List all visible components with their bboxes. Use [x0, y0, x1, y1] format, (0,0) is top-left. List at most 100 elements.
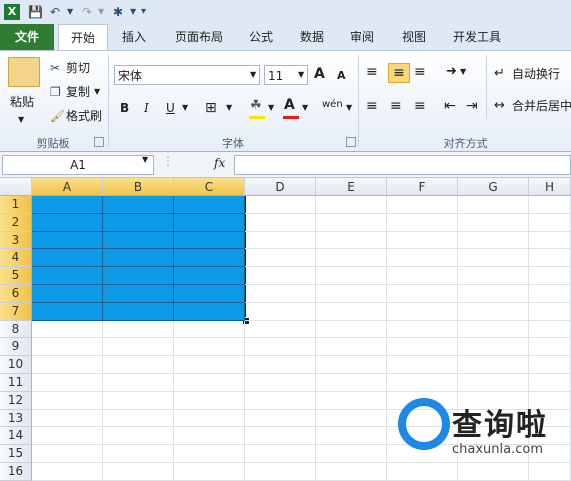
column-header-a[interactable]: A	[32, 178, 103, 196]
orientation-icon[interactable]: ➜	[446, 63, 457, 81]
border-icon[interactable]: ⊞	[205, 99, 217, 117]
tab-developer[interactable]: 开发工具	[444, 24, 510, 50]
cell-b7[interactable]	[103, 302, 174, 321]
cell-c12[interactable]	[174, 391, 245, 410]
cell-b12[interactable]	[103, 391, 174, 410]
cell-f7[interactable]	[387, 302, 458, 321]
cell-g11[interactable]	[458, 374, 529, 392]
cell-b16[interactable]	[103, 463, 174, 481]
cell-f6[interactable]	[387, 285, 458, 303]
bold-button[interactable]: B	[120, 99, 129, 117]
formula-input[interactable]	[234, 155, 571, 175]
cell-g1[interactable]	[458, 196, 529, 214]
cell-d12[interactable]	[245, 391, 316, 410]
column-header-c[interactable]: C	[174, 178, 245, 196]
font-color-icon[interactable]: A	[284, 96, 295, 114]
cell-b4[interactable]	[103, 249, 174, 268]
row-header-12[interactable]: 12	[0, 391, 32, 410]
cell-a8[interactable]	[32, 320, 103, 339]
column-header-f[interactable]: F	[387, 178, 458, 196]
cell-h9[interactable]	[529, 338, 571, 357]
cell-a2[interactable]	[32, 213, 103, 232]
cell-d16[interactable]	[245, 463, 316, 481]
cell-e10[interactable]	[316, 356, 387, 374]
column-header-e[interactable]: E	[316, 178, 387, 196]
cell-d9[interactable]	[245, 338, 316, 357]
select-all-corner[interactable]	[0, 178, 32, 196]
cell-b14[interactable]	[103, 427, 174, 446]
cell-a7[interactable]	[32, 302, 103, 321]
row-header-1[interactable]: 1	[0, 196, 32, 214]
column-header-d[interactable]: D	[245, 178, 316, 196]
shrink-font-button[interactable]: A	[337, 67, 346, 85]
tab-home[interactable]: 开始	[58, 24, 108, 51]
row-header-3[interactable]: 3	[0, 231, 32, 250]
cell-h6[interactable]	[529, 285, 571, 303]
clipboard-launcher-icon[interactable]	[94, 137, 104, 147]
cell-d3[interactable]	[245, 231, 316, 250]
cell-e15[interactable]	[316, 445, 387, 463]
cell-c3[interactable]	[174, 231, 245, 250]
cell-a12[interactable]	[32, 391, 103, 410]
cell-c6[interactable]	[174, 285, 245, 303]
fill-color-icon[interactable]: ☘	[250, 97, 262, 115]
row-header-2[interactable]: 2	[0, 213, 32, 232]
cell-e9[interactable]	[316, 338, 387, 357]
cell-h8[interactable]	[529, 320, 571, 339]
cell-a6[interactable]	[32, 285, 103, 303]
cell-a11[interactable]	[32, 374, 103, 392]
row-header-9[interactable]: 9	[0, 338, 32, 357]
row-header-5[interactable]: 5	[0, 267, 32, 285]
cell-d5[interactable]	[245, 267, 316, 285]
tab-insert[interactable]: 插入	[112, 24, 156, 50]
cell-h7[interactable]	[529, 302, 571, 321]
cell-d4[interactable]	[245, 249, 316, 268]
cell-d10[interactable]	[245, 356, 316, 374]
cell-c13[interactable]	[174, 409, 245, 428]
name-box-dropdown-icon[interactable]: ▼	[142, 155, 148, 164]
align-top-icon[interactable]: ≡	[366, 63, 378, 81]
cell-e1[interactable]	[316, 196, 387, 214]
cell-b3[interactable]	[103, 231, 174, 250]
cell-f1[interactable]	[387, 196, 458, 214]
cell-e2[interactable]	[316, 213, 387, 232]
wrap-text-button[interactable]: 自动换行	[512, 65, 560, 83]
cell-e16[interactable]	[316, 463, 387, 481]
cell-e13[interactable]	[316, 409, 387, 428]
cell-h2[interactable]	[529, 213, 571, 232]
phonetic-dropdown-icon[interactable]: ▼	[346, 99, 352, 117]
cell-b2[interactable]	[103, 213, 174, 232]
cell-h1[interactable]	[529, 196, 571, 214]
cell-g9[interactable]	[458, 338, 529, 357]
cell-c11[interactable]	[174, 374, 245, 392]
merge-center-button[interactable]: 合并后居中	[512, 97, 571, 115]
cell-e14[interactable]	[316, 427, 387, 446]
redo-dropdown-icon[interactable]: ▼	[98, 4, 104, 20]
cell-e5[interactable]	[316, 267, 387, 285]
cell-a16[interactable]	[32, 463, 103, 481]
cell-c9[interactable]	[174, 338, 245, 357]
row-header-16[interactable]: 16	[0, 463, 32, 481]
cell-g4[interactable]	[458, 249, 529, 268]
underline-dropdown-icon[interactable]: ▼	[182, 99, 188, 117]
cell-f9[interactable]	[387, 338, 458, 357]
decrease-indent-icon[interactable]: ⇤	[444, 97, 456, 115]
cell-c10[interactable]	[174, 356, 245, 374]
cell-e11[interactable]	[316, 374, 387, 392]
undo-icon[interactable]: ↶	[50, 4, 60, 20]
cell-c15[interactable]	[174, 445, 245, 463]
cell-g3[interactable]	[458, 231, 529, 250]
paste-icon[interactable]	[8, 57, 40, 87]
cell-h5[interactable]	[529, 267, 571, 285]
undo-dropdown-icon[interactable]: ▼	[67, 4, 73, 20]
align-right-icon[interactable]: ≡	[414, 97, 426, 115]
cell-f10[interactable]	[387, 356, 458, 374]
cell-b5[interactable]	[103, 267, 174, 285]
column-header-g[interactable]: G	[458, 178, 529, 196]
cell-e3[interactable]	[316, 231, 387, 250]
redo-icon[interactable]: ↷	[82, 4, 92, 20]
cell-g8[interactable]	[458, 320, 529, 339]
cell-f4[interactable]	[387, 249, 458, 268]
cell-a5[interactable]	[32, 267, 103, 285]
copy-dropdown-icon[interactable]: ▼	[94, 83, 100, 101]
